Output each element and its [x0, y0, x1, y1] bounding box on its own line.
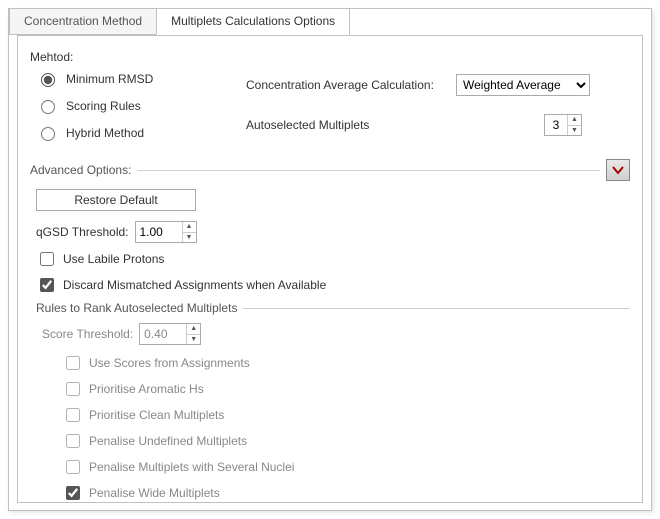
radio-label: Scoring Rules	[66, 99, 141, 113]
prioritise-clean-input[interactable]	[66, 408, 80, 422]
spin-up-icon[interactable]: ▲	[568, 115, 581, 126]
divider	[137, 170, 600, 171]
tab-label: Concentration Method	[24, 14, 142, 28]
qgsd-threshold-input[interactable]	[136, 222, 182, 242]
discard-mismatch-checkbox[interactable]: Discard Mismatched Assignments when Avai…	[36, 275, 630, 295]
spin-down-icon[interactable]: ▼	[568, 126, 581, 136]
autoselect-input[interactable]	[545, 115, 567, 135]
rules-title: Rules to Rank Autoselected Multiplets	[36, 301, 243, 315]
qgsd-threshold-label: qGSD Threshold:	[36, 225, 129, 239]
score-threshold-label: Score Threshold:	[42, 327, 133, 341]
score-threshold-spin[interactable]: ▲ ▼	[139, 323, 201, 345]
tab-multiplets-calc[interactable]: Multiplets Calculations Options	[156, 8, 350, 35]
checkbox-label: Penalise Undefined Multiplets	[89, 434, 247, 448]
prioritise-clean-checkbox[interactable]: Prioritise Clean Multiplets	[62, 405, 630, 425]
checkbox-label: Penalise Wide Multiplets	[89, 486, 220, 500]
checkbox-label: Prioritise Clean Multiplets	[89, 408, 224, 422]
tab-strip: Concentration Method Multiplets Calculat…	[9, 8, 651, 35]
tab-label: Multiplets Calculations Options	[171, 14, 335, 28]
use-scores-checkbox[interactable]: Use Scores from Assignments	[62, 353, 630, 373]
autoselect-label: Autoselected Multiplets	[246, 118, 456, 132]
penalise-several-checkbox[interactable]: Penalise Multiplets with Several Nuclei	[62, 457, 630, 477]
checkbox-label: Discard Mismatched Assignments when Avai…	[63, 278, 326, 292]
spin-up-icon[interactable]: ▲	[183, 222, 196, 233]
divider	[243, 308, 630, 309]
radio-min-rmsd-input[interactable]	[41, 73, 55, 87]
radio-scoring-rules-input[interactable]	[41, 100, 55, 114]
qgsd-threshold-spin[interactable]: ▲ ▼	[135, 221, 197, 243]
advanced-options-label: Advanced Options:	[30, 163, 137, 177]
radio-hybrid-input[interactable]	[41, 127, 55, 141]
radio-min-rmsd[interactable]: Minimum RMSD	[36, 70, 246, 87]
score-threshold-input[interactable]	[140, 324, 186, 344]
checkbox-label: Penalise Multiplets with Several Nuclei	[89, 460, 294, 474]
penalise-wide-checkbox[interactable]: Penalise Wide Multiplets	[62, 483, 630, 503]
collapse-button[interactable]	[606, 159, 630, 181]
use-labile-input[interactable]	[40, 252, 54, 266]
tab-body: Mehtod: Minimum RMSD Scoring Rules Hybri…	[17, 35, 643, 503]
penalise-undefined-input[interactable]	[66, 434, 80, 448]
use-scores-input[interactable]	[66, 356, 80, 370]
spin-down-icon[interactable]: ▼	[187, 335, 200, 345]
penalise-undefined-checkbox[interactable]: Penalise Undefined Multiplets	[62, 431, 630, 451]
conc-avg-select[interactable]: Weighted Average	[456, 74, 590, 96]
penalise-wide-input[interactable]	[66, 486, 80, 500]
conc-avg-label: Concentration Average Calculation:	[246, 78, 456, 92]
spin-up-icon[interactable]: ▲	[187, 324, 200, 335]
prioritise-aromatic-checkbox[interactable]: Prioritise Aromatic Hs	[62, 379, 630, 399]
chevron-down-icon	[612, 165, 624, 175]
spin-down-icon[interactable]: ▼	[183, 233, 196, 243]
radio-label: Minimum RMSD	[66, 72, 153, 86]
discard-mismatch-input[interactable]	[40, 278, 54, 292]
use-labile-checkbox[interactable]: Use Labile Protons	[36, 249, 630, 269]
radio-label: Hybrid Method	[66, 126, 144, 140]
prioritise-aromatic-input[interactable]	[66, 382, 80, 396]
settings-panel: Concentration Method Multiplets Calculat…	[8, 8, 652, 511]
method-label: Mehtod:	[30, 50, 630, 64]
restore-default-button[interactable]: Restore Default	[36, 189, 196, 211]
penalise-several-input[interactable]	[66, 460, 80, 474]
button-label: Restore Default	[74, 193, 157, 207]
checkbox-label: Use Scores from Assignments	[89, 356, 250, 370]
checkbox-label: Use Labile Protons	[63, 252, 164, 266]
autoselect-spin[interactable]: ▲ ▼	[544, 114, 582, 136]
checkbox-label: Prioritise Aromatic Hs	[89, 382, 204, 396]
radio-hybrid[interactable]: Hybrid Method	[36, 124, 246, 141]
tab-concentration-method[interactable]: Concentration Method	[9, 8, 157, 35]
radio-scoring-rules[interactable]: Scoring Rules	[36, 97, 246, 114]
